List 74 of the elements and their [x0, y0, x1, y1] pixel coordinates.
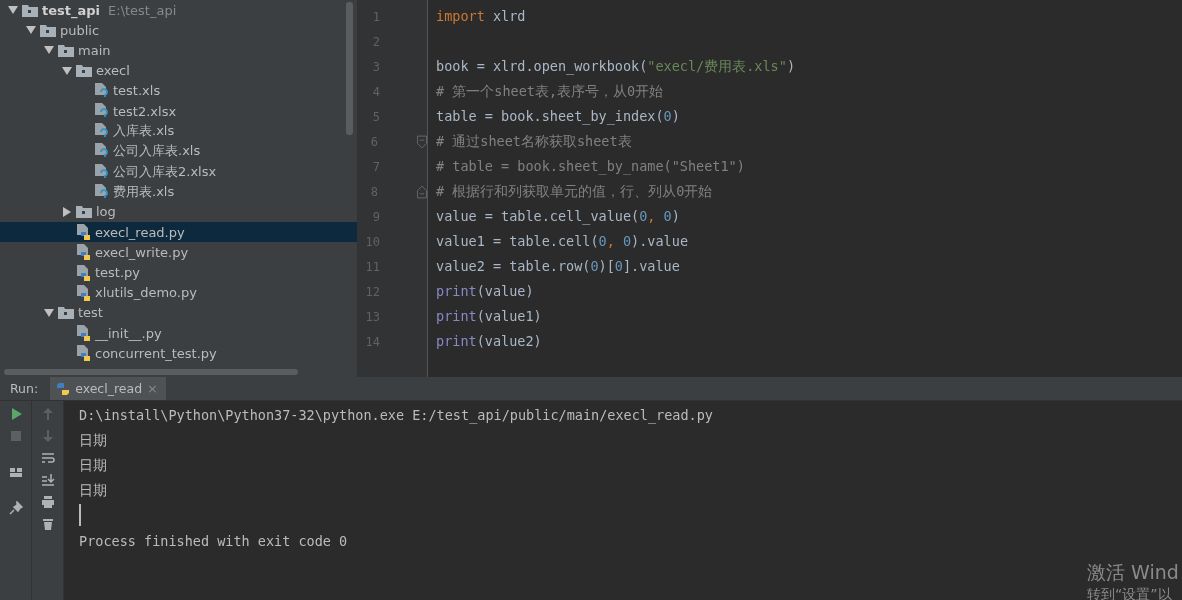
tree-item[interactable]: main [0, 40, 357, 61]
caret-down-icon[interactable] [44, 308, 54, 317]
tree-item[interactable]: public [0, 20, 357, 41]
trash-icon[interactable] [40, 517, 55, 531]
tree-item[interactable]: __init__.py [0, 323, 357, 344]
activation-notice: 激活 Wind [1087, 560, 1179, 584]
tree-item[interactable]: execl [0, 60, 357, 81]
caret-down-icon[interactable] [62, 66, 72, 75]
caret-down-icon[interactable] [26, 26, 36, 35]
console-line: 日期 [79, 456, 108, 475]
text-cursor [79, 504, 81, 526]
tree-item[interactable]: test_api E:\test_api [0, 0, 357, 21]
tree-item[interactable]: concurrent_test.py [0, 343, 357, 364]
folder-icon [76, 205, 92, 219]
tree-item[interactable]: 费用表.xls [0, 181, 357, 202]
layout-icon[interactable] [8, 465, 23, 479]
run-label: Run: [9, 381, 40, 396]
unknown-file-icon [94, 143, 109, 160]
folder-icon [76, 64, 92, 78]
folder-icon [58, 306, 74, 320]
console-line: 日期 [79, 431, 108, 450]
tree-item[interactable]: log [0, 201, 357, 223]
code-line: print(value2) [436, 332, 543, 351]
code-line: # 通过sheet名称获取sheet表 [436, 132, 633, 151]
folder-icon [40, 23, 56, 37]
folder-icon [22, 3, 38, 17]
soft-wrap-icon[interactable] [40, 451, 55, 465]
console-line: Process finished with exit code 0 [79, 532, 349, 551]
console-line: D:\install\Python\Python37-32\python.exe E:/test_api/public/main/execl_read.py [79, 406, 713, 426]
caret-down-icon[interactable] [8, 6, 18, 15]
python-file-icon [76, 244, 91, 261]
pin-icon[interactable] [8, 501, 23, 515]
python-icon [56, 381, 71, 396]
scrollbar-thumb[interactable] [346, 2, 353, 135]
code-line: # 根据行和列获取单元的值，行、列从0开始 [436, 182, 714, 201]
unknown-file-icon [94, 123, 109, 140]
python-file-icon [76, 284, 91, 301]
code-line: print(value1) [436, 307, 543, 326]
code-line: value = table.cell_value(0, 0) [436, 207, 681, 227]
run-tab[interactable]: execl_read × [50, 377, 166, 400]
code-line: # table = book.sheet_by_name("Sheet1") [436, 157, 746, 177]
code-line: table = book.sheet_by_index(0) [436, 107, 681, 127]
project-path: E:\test_api [108, 2, 177, 18]
tree-item[interactable]: test.xls [0, 80, 357, 101]
unknown-file-icon [94, 163, 109, 180]
scroll-to-end-icon[interactable] [40, 473, 55, 487]
code-line: import xlrd [436, 7, 527, 26]
caret-down-icon[interactable] [44, 46, 54, 55]
code-line: print(value) [436, 282, 535, 301]
tree-item[interactable]: test2.xlsx [0, 100, 357, 122]
code-line: value2 = table.row(0)[0].value [436, 257, 681, 276]
python-file-icon [76, 264, 91, 281]
unknown-file-icon [94, 103, 109, 120]
code-line: # 第一个sheet表,表序号，从0开始 [436, 82, 665, 101]
print-icon[interactable] [40, 495, 55, 509]
unknown-file-icon [94, 183, 109, 200]
tree-item[interactable]: 公司入库表2.xlsx [0, 161, 357, 182]
tree-item[interactable]: xlutils_demo.py [0, 282, 357, 303]
code-line: value1 = table.cell(0, 0).value [436, 232, 689, 251]
tree-item[interactable]: 公司入库表.xls [0, 141, 357, 162]
tree-item[interactable]: test.py [0, 262, 357, 283]
python-file-icon [76, 325, 91, 342]
tree-item[interactable]: execl_write.py [0, 242, 357, 263]
scrollbar-thumb[interactable] [4, 369, 298, 375]
console-line: 日期 [79, 481, 108, 500]
tree-item[interactable]: 入库表.xls [0, 121, 357, 142]
tree-item[interactable]: test [0, 302, 357, 323]
folder-icon [58, 43, 74, 57]
caret-right-icon[interactable] [63, 206, 71, 217]
unknown-file-icon [94, 82, 109, 99]
python-file-icon [76, 224, 91, 241]
python-file-icon [76, 345, 91, 362]
tree-item[interactable]: execl_read.py [0, 222, 357, 243]
code-line: book = xlrd.open_workbook("execl/费用表.xls") [436, 57, 795, 77]
